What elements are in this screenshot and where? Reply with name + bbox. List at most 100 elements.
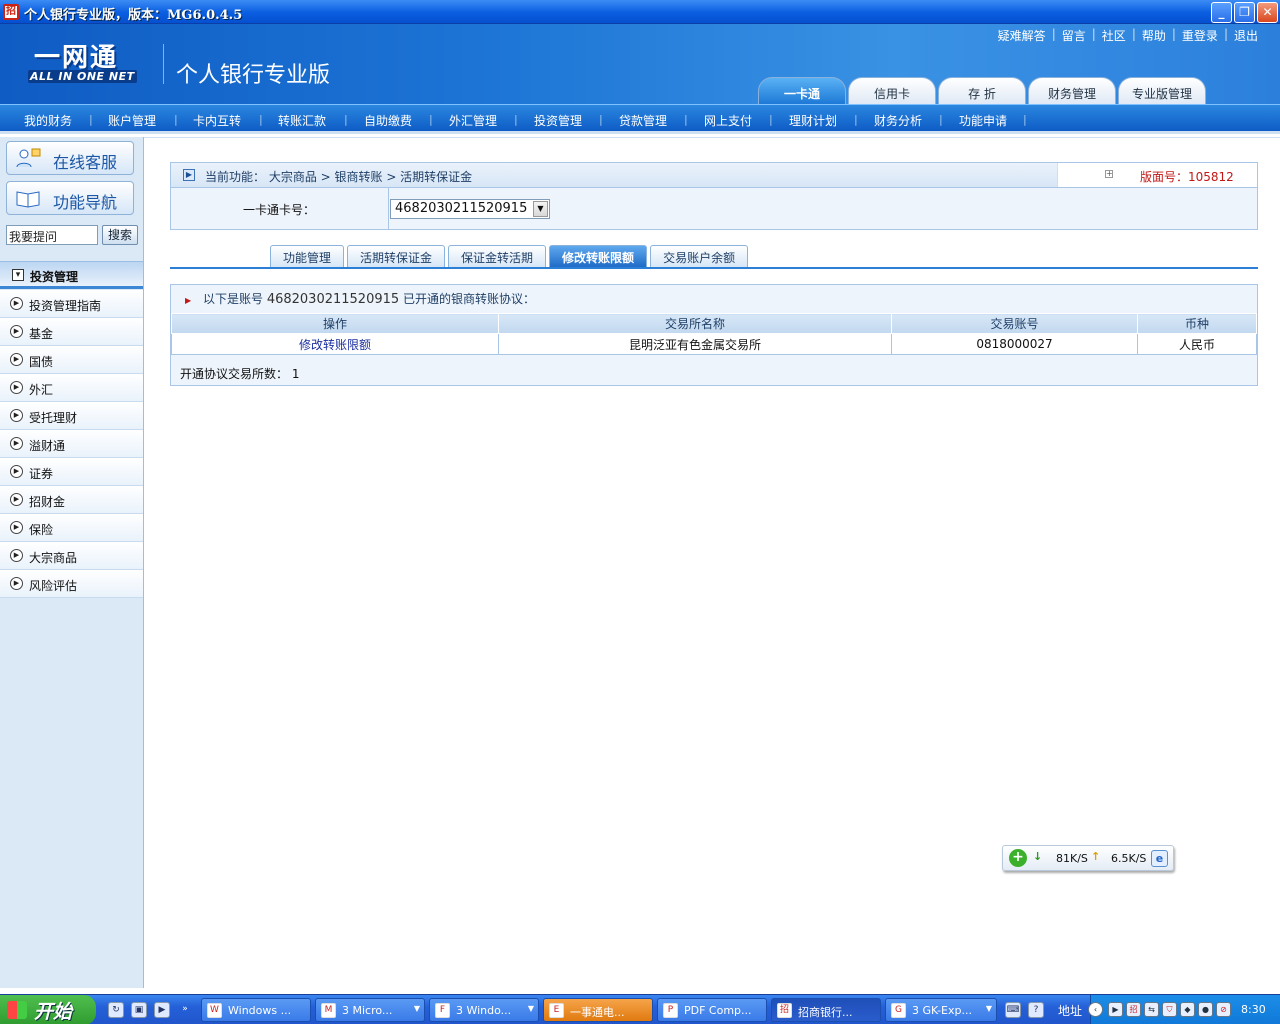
- sidebar-section-investment[interactable]: ▾ 投资管理: [0, 261, 143, 289]
- sidebar-item-forex[interactable]: ▶ 外汇: [0, 374, 143, 402]
- tray-chat-icon[interactable]: ●: [1198, 1002, 1213, 1017]
- sidebar-item-trust[interactable]: ▶ 受托理财: [0, 402, 143, 430]
- version-number: 版面号：105812: [1140, 170, 1234, 184]
- taskbar-item[interactable]: F 3 Windo... ▼: [429, 998, 539, 1022]
- app-header: 一网通 ALL IN ONE NET 个人银行专业版 疑难解答 | 留言 | 社区 |…: [0, 24, 1280, 104]
- sidebar-item-commodities[interactable]: ▶ 大宗商品: [0, 542, 143, 570]
- sidebar-item-label: 溢财通: [29, 439, 66, 453]
- quicklaunch-desktop-icon[interactable]: ▣: [131, 1002, 147, 1018]
- sidebar-item-fund[interactable]: ▶ 基金: [0, 318, 143, 346]
- quicklaunch-media-icon[interactable]: ▶: [154, 1002, 170, 1018]
- dropdown-arrow-icon[interactable]: ▼: [533, 201, 548, 217]
- sidebar-item-securities[interactable]: ▶ 证券: [0, 458, 143, 486]
- nav-guide-button[interactable]: 功能导航: [6, 181, 134, 215]
- arrow-right-icon: ▶: [10, 297, 23, 310]
- row-divider: [388, 188, 389, 229]
- card-number-select[interactable]: 4682030211520915 ▼: [390, 199, 550, 219]
- menu-item[interactable]: 卡内互转: [193, 112, 241, 129]
- tray-expand-icon[interactable]: ‹: [1088, 1002, 1103, 1017]
- trading-account-cell: 0818000027: [891, 333, 1138, 355]
- tray-security-icon[interactable]: ◆: [1180, 1002, 1195, 1017]
- menu-item[interactable]: 功能申请: [959, 112, 1007, 129]
- product-name: 个人银行专业版: [176, 63, 331, 88]
- keyboard-icon[interactable]: ⌨: [1005, 1002, 1021, 1018]
- start-button[interactable]: 开始: [0, 995, 96, 1024]
- arrow-right-icon: ▶: [10, 493, 23, 506]
- tab-current-to-margin[interactable]: 活期转保证金: [347, 245, 446, 267]
- tray-shield-icon[interactable]: ⛉: [1162, 1002, 1177, 1017]
- sidebar-item-insurance[interactable]: ▶ 保险: [0, 514, 143, 542]
- top-link-relogin[interactable]: 重登录: [1176, 27, 1224, 44]
- menu-item[interactable]: 财务分析: [874, 112, 922, 129]
- arrow-right-icon: ▶: [10, 353, 23, 366]
- menu-item[interactable]: 转账汇款: [278, 112, 326, 129]
- taskbar-item-label: PDF Comp...: [684, 1004, 752, 1017]
- tray-network-icon[interactable]: ⇆: [1144, 1002, 1159, 1017]
- taskbar-item-active[interactable]: 招招商银行...: [771, 998, 881, 1022]
- address-label: 地址: [1058, 1004, 1083, 1018]
- menu-item[interactable]: 外汇管理: [449, 112, 497, 129]
- close-button[interactable]: ✕: [1257, 2, 1278, 23]
- tab-passbook[interactable]: 存 折: [938, 77, 1026, 104]
- network-speed-widget[interactable]: + ↓ 81K/S ↑ 6.5K/S e: [1002, 845, 1174, 871]
- tab-function-management[interactable]: 功能管理: [270, 245, 345, 267]
- sidebar-item-risk-assessment[interactable]: ▶ 风险评估: [0, 570, 143, 598]
- menu-item[interactable]: 我的财务: [24, 112, 72, 129]
- tray-bank-icon[interactable]: 招: [1126, 1002, 1141, 1017]
- title-bar: 招 个人银行专业版，版本：MG6.0.4.5 _ ❐ ✕: [0, 0, 1280, 24]
- logo: 一网通 ALL IN ONE NET: [26, 40, 150, 86]
- online-service-button[interactable]: 在线客服: [6, 141, 134, 175]
- taskbar-item-label: 一事通电...: [570, 1006, 625, 1019]
- tab-credit-card[interactable]: 信用卡: [848, 77, 936, 104]
- menu-item[interactable]: 网上支付: [704, 112, 752, 129]
- tab-pro-management[interactable]: 专业版管理: [1118, 77, 1206, 104]
- taskbar-item[interactable]: G 3 GK-Exp... ▼: [885, 998, 997, 1022]
- sidebar-item-label: 受托理财: [29, 411, 78, 425]
- menu-item[interactable]: 自助缴费: [364, 112, 412, 129]
- taskbar-item[interactable]: P PDF Comp...: [657, 998, 767, 1022]
- expand-icon[interactable]: +: [1105, 170, 1113, 178]
- top-link-faq[interactable]: 疑难解答: [992, 27, 1052, 44]
- agreement-panel: ▶ 以下是账号 4682030211520915 已开通的银商转账协议： 操作 …: [170, 284, 1258, 386]
- window-title: 个人银行专业版，版本：MG6.0.4.5: [24, 8, 243, 23]
- quicklaunch-refresh-icon[interactable]: ↻: [108, 1002, 124, 1018]
- sidebar-item-label: 大宗商品: [29, 551, 78, 565]
- menu-item[interactable]: 理财计划: [789, 112, 837, 129]
- menu-item[interactable]: 账户管理: [108, 112, 156, 129]
- tab-debit-card[interactable]: 一卡通: [758, 77, 846, 104]
- tab-account-balance[interactable]: 交易账户余额: [650, 245, 749, 267]
- heading-prefix: 以下是账号: [202, 292, 263, 306]
- minimize-button[interactable]: _: [1211, 2, 1232, 23]
- top-link-exit[interactable]: 退出: [1228, 27, 1264, 44]
- search-button[interactable]: 搜索: [102, 225, 138, 245]
- sidebar-item-yicaitong[interactable]: ▶ 溢财通: [0, 430, 143, 458]
- browser-icon[interactable]: e: [1151, 850, 1168, 867]
- menu-separator: |: [939, 113, 943, 126]
- taskbar-item[interactable]: E 一事通电...: [543, 998, 653, 1022]
- download-speed: 81K/S: [1056, 852, 1088, 865]
- sidebar-item-label: 基金: [29, 327, 54, 341]
- taskbar-item[interactable]: M 3 Micro... ▼: [315, 998, 425, 1022]
- taskbar-item[interactable]: W Windows ...: [201, 998, 311, 1022]
- explorer-icon: G: [891, 1003, 906, 1018]
- sidebar-item-bond[interactable]: ▶ 国债: [0, 346, 143, 374]
- menu-item[interactable]: 贷款管理: [619, 112, 667, 129]
- tab-margin-to-current[interactable]: 保证金转活期: [448, 245, 547, 267]
- sidebar-item-investment-guide[interactable]: ▶ 投资管理指南: [0, 290, 143, 318]
- logo-sub-text: ALL IN ONE NET: [28, 70, 137, 83]
- modify-limit-link[interactable]: 修改转账限额: [171, 333, 499, 355]
- book-icon: [16, 191, 40, 208]
- tab-finance[interactable]: 财务管理: [1028, 77, 1116, 104]
- tray-block-icon[interactable]: ⊘: [1216, 1002, 1231, 1017]
- help-icon[interactable]: ?: [1028, 1002, 1044, 1018]
- sidebar-item-gold[interactable]: ▶ 招财金: [0, 486, 143, 514]
- top-link-community[interactable]: 社区: [1096, 27, 1132, 44]
- maximize-button[interactable]: ❐: [1234, 2, 1255, 23]
- top-link-message[interactable]: 留言: [1056, 27, 1092, 44]
- tray-app-icon[interactable]: ▶: [1108, 1002, 1123, 1017]
- tab-modify-limit[interactable]: 修改转账限额: [549, 245, 648, 267]
- ask-question-input[interactable]: 我要提问: [6, 225, 98, 245]
- menu-item[interactable]: 投资管理: [534, 112, 582, 129]
- quicklaunch-more-icon[interactable]: »: [177, 1002, 193, 1018]
- top-link-help[interactable]: 帮助: [1136, 27, 1172, 44]
